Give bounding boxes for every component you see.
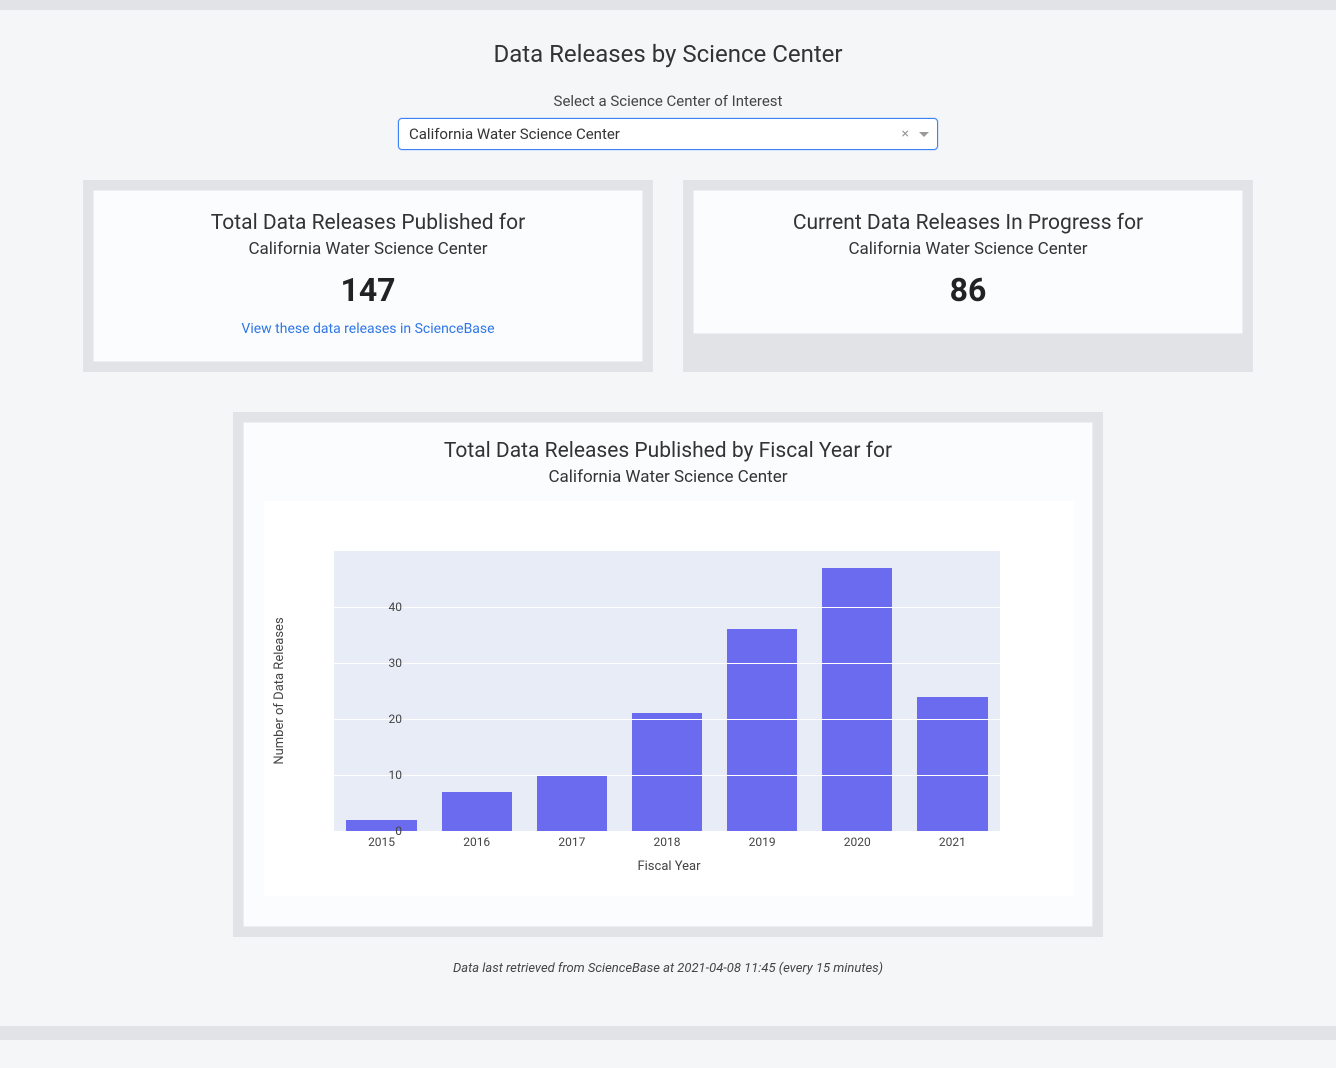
published-card-outer: Total Data Releases Published for Califo… <box>83 180 653 372</box>
bar-chart: Number of Data Releases Fiscal Year 0102… <box>264 501 1074 896</box>
inprogress-subtitle: California Water Science Center <box>714 239 1222 259</box>
bottom-accent-bar <box>0 1026 1336 1040</box>
chart-card: Total Data Releases Published by Fiscal … <box>243 422 1093 927</box>
science-center-select[interactable]: California Water Science Center × <box>398 118 938 150</box>
inprogress-value: 86 <box>714 271 1222 309</box>
y-axis-label: Number of Data Releases <box>272 617 287 764</box>
gridline <box>334 663 1000 664</box>
inprogress-card: Current Data Releases In Progress for Ca… <box>693 190 1243 334</box>
page-container: Data Releases by Science Center Select a… <box>53 30 1283 1006</box>
page-title: Data Releases by Science Center <box>53 40 1283 68</box>
summary-cards-row: Total Data Releases Published for Califo… <box>53 180 1283 372</box>
gridline <box>334 831 1000 832</box>
y-tick-label: 30 <box>362 656 402 670</box>
y-tick-label: 40 <box>362 600 402 614</box>
x-tick-label: 2016 <box>442 835 512 849</box>
x-tick-label: 2021 <box>917 835 987 849</box>
inprogress-heading: Current Data Releases In Progress for <box>714 211 1222 235</box>
select-value: California Water Science Center <box>409 125 896 143</box>
published-value: 147 <box>114 271 622 309</box>
x-tick-label: 2019 <box>727 835 797 849</box>
chart-outer: Total Data Releases Published by Fiscal … <box>233 412 1103 937</box>
bar-2018 <box>632 713 702 831</box>
gridline <box>334 775 1000 776</box>
published-heading: Total Data Releases Published for <box>114 211 622 235</box>
chevron-down-icon[interactable] <box>919 132 929 137</box>
bar-2016 <box>442 792 512 831</box>
chart-section: Total Data Releases Published by Fiscal … <box>53 412 1283 937</box>
y-tick-label: 20 <box>362 712 402 726</box>
clear-icon[interactable]: × <box>896 126 915 142</box>
gridline <box>334 719 1000 720</box>
select-row: California Water Science Center × <box>53 118 1283 150</box>
plot-area <box>334 551 1000 831</box>
bar-2019 <box>727 629 797 831</box>
gridline <box>334 607 1000 608</box>
bar-2017 <box>537 775 607 831</box>
view-in-sciencebase-link[interactable]: View these data releases in ScienceBase <box>241 321 494 337</box>
chart-subtitle: California Water Science Center <box>264 467 1072 487</box>
x-tick-label: 2015 <box>347 835 417 849</box>
chart-heading: Total Data Releases Published by Fiscal … <box>264 439 1072 463</box>
y-tick-label: 10 <box>362 768 402 782</box>
top-accent-bar <box>0 0 1336 10</box>
footer-note: Data last retrieved from ScienceBase at … <box>53 961 1283 976</box>
x-tick-label: 2017 <box>537 835 607 849</box>
bar-2021 <box>917 697 987 831</box>
published-card: Total Data Releases Published for Califo… <box>93 190 643 362</box>
inprogress-card-outer: Current Data Releases In Progress for Ca… <box>683 180 1253 372</box>
published-subtitle: California Water Science Center <box>114 239 622 259</box>
x-tick-label: 2018 <box>632 835 702 849</box>
x-tick-label: 2020 <box>822 835 892 849</box>
x-axis-label: Fiscal Year <box>264 859 1074 874</box>
select-label: Select a Science Center of Interest <box>53 92 1283 110</box>
